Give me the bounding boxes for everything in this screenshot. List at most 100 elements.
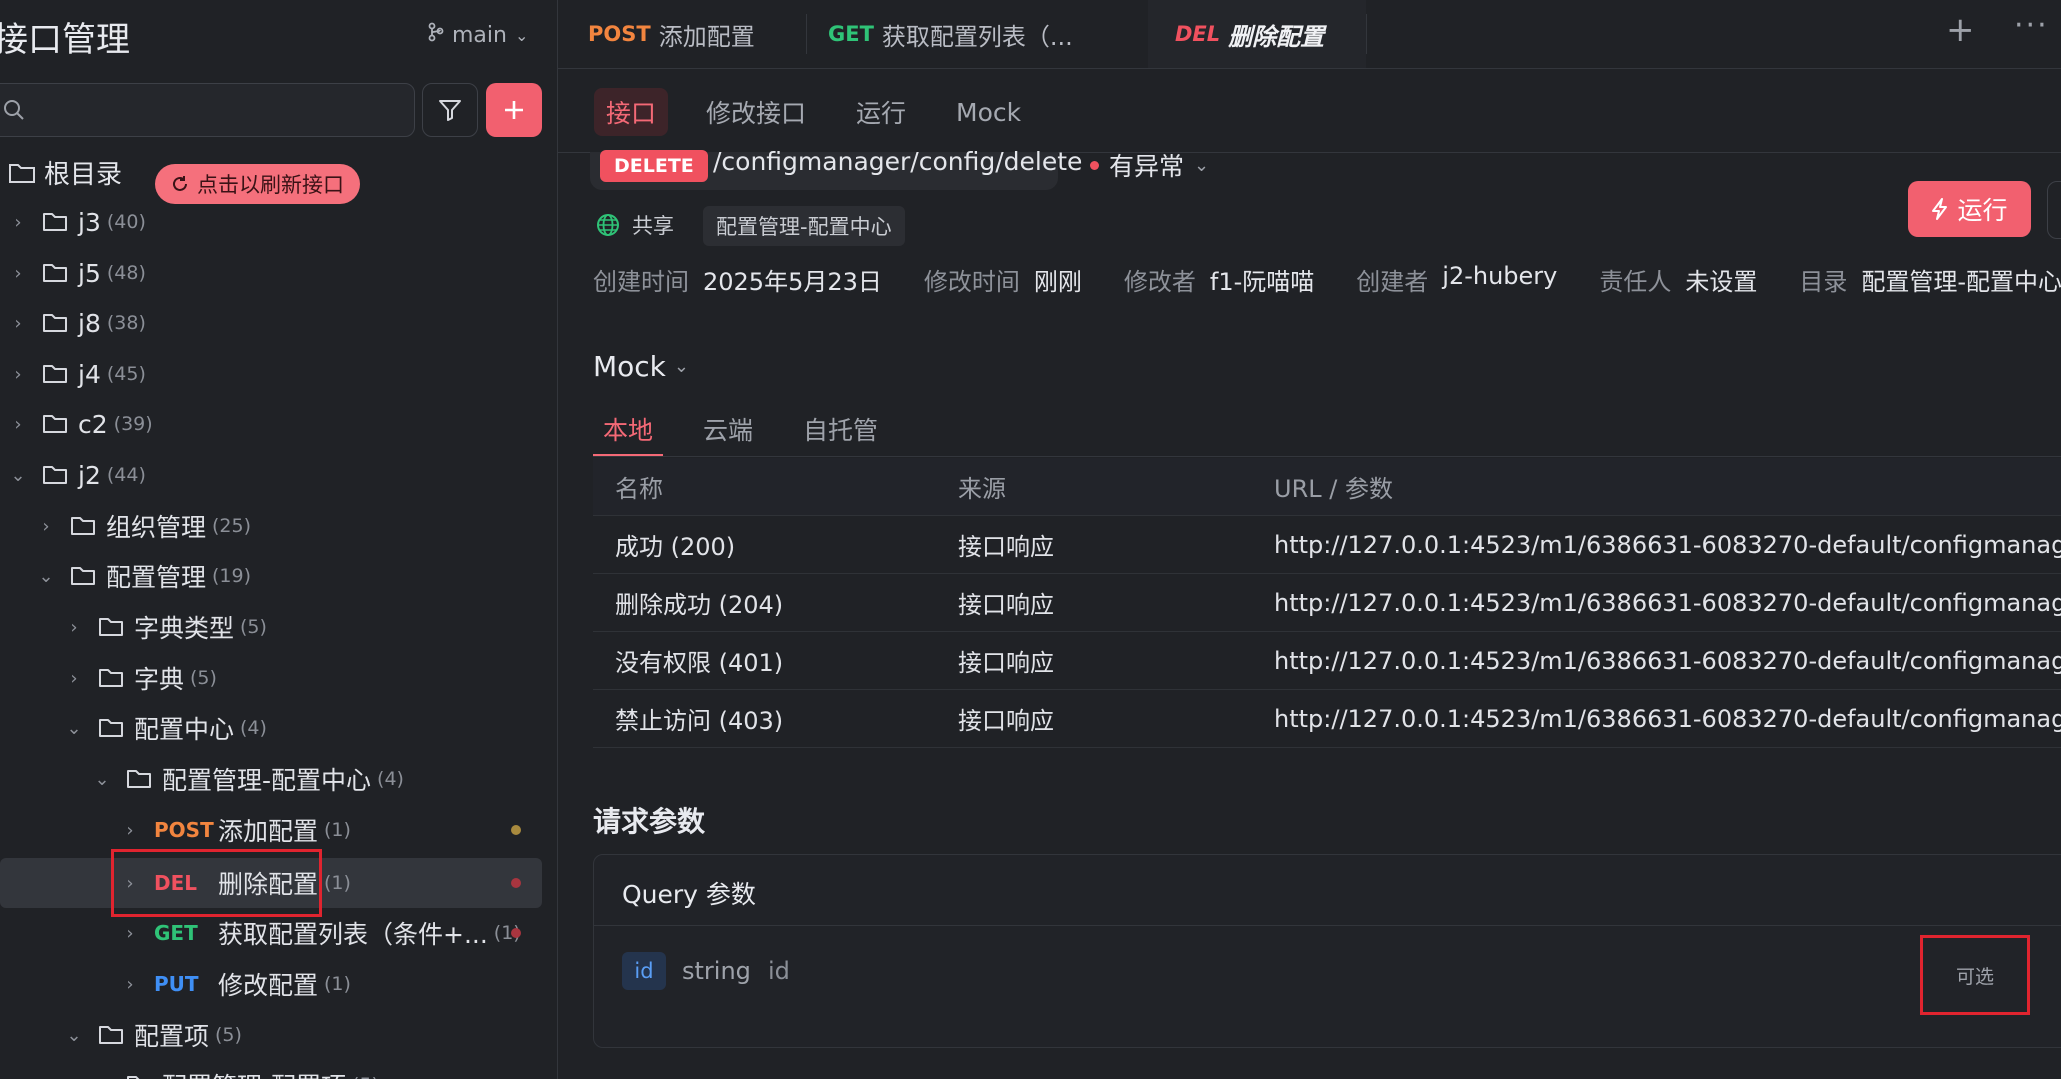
search-icon — [4, 100, 24, 120]
chevron-right-icon[interactable]: › — [8, 364, 28, 385]
tree-item-label: 配置管理 — [106, 563, 207, 592]
meta-key: 创建者 — [1356, 268, 1429, 296]
meta-value: 2025年5月23日 — [703, 268, 882, 296]
tree-folder[interactable]: ⌄ 配置项 (5) — [64, 1010, 241, 1060]
mock-name: 成功 (200) — [615, 533, 736, 561]
status-selector[interactable]: 有异常 ⌄ — [1090, 147, 1209, 183]
chevron-right-icon[interactable]: › — [64, 617, 84, 638]
tree-folder[interactable]: ⌄ 配置管理 (19) — [36, 551, 251, 601]
status-dot — [511, 878, 521, 888]
chevron-right-icon[interactable]: › — [8, 212, 28, 233]
meta-value: f1-阮喵喵 — [1209, 268, 1315, 296]
tree-item-count: (1) — [324, 872, 351, 894]
more-icon[interactable]: ··· — [2014, 8, 2049, 43]
mock-url[interactable]: http://127.0.0.1:4523/m1/6386631-6083270… — [1274, 589, 2061, 617]
folder-icon — [42, 312, 68, 334]
chevron-right-icon[interactable]: › — [8, 313, 28, 334]
folder-icon — [98, 616, 124, 638]
tab-del-delete-config[interactable]: DEL 删除配置 — [1148, 0, 1366, 68]
folder-icon — [70, 565, 96, 587]
mock-name: 删除成功 (204) — [615, 591, 784, 619]
chevron-down-icon: ⌄ — [1194, 154, 1210, 176]
mock-tab-cloud[interactable]: 云端 — [693, 404, 763, 454]
chevron-right-icon[interactable]: › — [36, 516, 56, 537]
query-params-header: Query 参数 — [594, 855, 2061, 926]
tree-folder[interactable]: › j4 (45) — [8, 349, 146, 399]
tree-item-count: (1) — [324, 819, 351, 841]
chevron-right-icon[interactable]: › — [120, 923, 140, 944]
new-tab-button[interactable]: + — [1946, 10, 1975, 50]
tab-post-add-config[interactable]: POST 添加配置 — [588, 0, 755, 68]
branch-selector[interactable]: main ⌄ — [428, 22, 528, 48]
annotation-box-del — [111, 849, 322, 917]
folder-icon — [98, 667, 124, 689]
tree-folder[interactable]: ⌄ 配置管理-配置项 (5) — [92, 1060, 379, 1079]
subnav-run[interactable]: 运行 — [844, 88, 918, 136]
tree-folder[interactable]: ⌄ 配置管理-配置中心 (4) — [92, 754, 404, 804]
add-button[interactable] — [486, 83, 542, 137]
table-row[interactable]: 删除成功 (204) 接口响应 http://127.0.0.1:4523/m1… — [593, 574, 2061, 632]
chevron-down-icon[interactable]: ⌄ — [36, 566, 56, 587]
column-header: URL / 参数 — [1274, 475, 1393, 503]
meta-key: 目录 — [1799, 268, 1848, 296]
mock-source: 接口响应 — [958, 707, 1054, 735]
method-tag: POST — [154, 818, 214, 842]
tree-item-count: (45) — [106, 363, 146, 385]
folder-icon — [42, 211, 68, 233]
chevron-right-icon[interactable]: › — [64, 668, 84, 689]
subnav-mock[interactable]: Mock — [944, 88, 1033, 136]
chevron-down-icon[interactable]: ⌄ — [8, 465, 28, 486]
tree-endpoint[interactable]: › POST 添加配置 (1) — [120, 805, 351, 855]
chevron-right-icon[interactable]: › — [8, 263, 28, 284]
filter-button[interactable] — [422, 83, 478, 137]
mock-tab-local[interactable]: 本地 — [593, 404, 664, 457]
tree-folder[interactable]: › c2 (39) — [8, 399, 152, 449]
refresh-button[interactable]: 点击以刷新接口 — [155, 164, 360, 204]
table-row[interactable]: 成功 (200) 接口响应 http://127.0.0.1:4523/m1/6… — [593, 516, 2061, 574]
tree-folder[interactable]: › j3 (40) — [8, 197, 145, 247]
table-row[interactable]: 没有权限 (401) 接口响应 http://127.0.0.1:4523/m1… — [593, 632, 2061, 690]
mock-section-toggle[interactable]: Mock ⌄ — [593, 350, 689, 383]
tree-folder[interactable]: ⌄ j2 (44) — [8, 450, 145, 500]
refresh-icon — [173, 176, 187, 191]
tab-divider — [806, 14, 807, 54]
tab-get-config-list[interactable]: GET 获取配置列表（... — [828, 0, 1073, 68]
tree-endpoint[interactable]: › PUT 修改配置 (1) — [120, 959, 351, 1009]
tree-root[interactable]: 根目录 — [8, 154, 122, 191]
chevron-down-icon[interactable]: ⌄ — [92, 1075, 112, 1079]
chevron-down-icon[interactable]: ⌄ — [92, 769, 112, 790]
tree-folder[interactable]: › j5 (48) — [8, 248, 145, 298]
share-indicator[interactable]: 共享 — [596, 210, 674, 240]
mock-url[interactable]: http://127.0.0.1:4523/m1/6386631-6083270… — [1274, 647, 2061, 675]
chevron-right-icon[interactable]: › — [120, 820, 140, 841]
subnav-edit[interactable]: 修改接口 — [694, 88, 818, 136]
plus-icon — [505, 101, 523, 119]
tree-folder[interactable]: › j8 (38) — [8, 298, 145, 348]
mock-table: 名称 来源 URL / 参数 成功 (200) 接口响应 http://127.… — [593, 458, 2061, 748]
mock-name: 没有权限 (401) — [615, 649, 784, 677]
chevron-down-icon[interactable]: ⌄ — [64, 1025, 84, 1046]
tree-folder[interactable]: ⌄ 配置中心 (4) — [64, 703, 266, 753]
mock-source: 接口响应 — [958, 649, 1054, 677]
mock-tab-selfhosted[interactable]: 自托管 — [793, 404, 888, 454]
chevron-right-icon[interactable]: › — [8, 414, 28, 435]
tree-folder[interactable]: › 字典 (5) — [64, 653, 217, 703]
run-button[interactable]: 运行 — [1908, 181, 2031, 237]
chevron-right-icon[interactable]: › — [120, 974, 140, 995]
table-row[interactable]: 禁止访问 (403) 接口响应 http://127.0.0.1:4523/m1… — [593, 690, 2061, 748]
chevron-down-icon[interactable]: ⌄ — [64, 718, 84, 739]
mock-title: Mock — [593, 350, 666, 383]
param-name-chip: id — [622, 952, 666, 990]
mock-url[interactable]: http://127.0.0.1:4523/m1/6386631-6083270… — [1274, 705, 2061, 733]
mock-url[interactable]: http://127.0.0.1:4523/m1/6386631-6083270… — [1274, 531, 2061, 559]
mock-source: 接口响应 — [958, 591, 1054, 619]
subnav-api[interactable]: 接口 — [594, 88, 669, 136]
tree-item-count: (1) — [324, 973, 351, 995]
tab-label: 删除配置 — [1228, 22, 1325, 51]
run-options-button[interactable] — [2047, 181, 2061, 239]
lightning-icon — [1932, 198, 1948, 220]
tree-folder[interactable]: › 字典类型 (5) — [64, 602, 267, 652]
search-input[interactable] — [0, 83, 415, 137]
tree-folder[interactable]: › 组织管理 (25) — [36, 501, 251, 551]
folder-tag[interactable]: 配置管理-配置中心 — [703, 206, 905, 246]
